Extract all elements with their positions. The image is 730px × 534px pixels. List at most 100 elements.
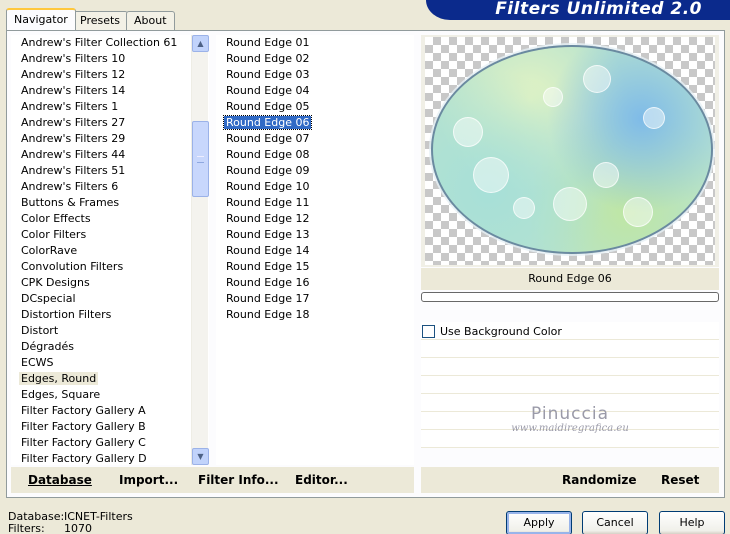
category-item-label: Color Effects [21, 212, 91, 225]
filter-item[interactable]: Round Edge 10 [216, 179, 414, 195]
category-item[interactable]: Andrew's Filters 27 [11, 115, 209, 131]
filter-item-label: Round Edge 16 [226, 276, 310, 289]
category-item-label: Andrew's Filters 6 [21, 180, 119, 193]
category-item[interactable]: Andrew's Filter Collection 61 [11, 35, 209, 51]
category-item-label: CPK Designs [21, 276, 90, 289]
category-item-label: Buttons & Frames [21, 196, 120, 209]
tab-presets[interactable]: Presets [72, 11, 129, 30]
reset-button[interactable]: Reset [661, 473, 699, 487]
option-row: Use Background Color [421, 322, 719, 340]
filter-item-label: Round Edge 02 [226, 52, 310, 65]
category-scrollbar[interactable]: ▲ ▼ [191, 35, 209, 465]
filter-item[interactable]: Round Edge 02 [216, 51, 414, 67]
editor-button[interactable]: Editor... [295, 473, 348, 487]
use-background-color-option[interactable]: Use Background Color [421, 322, 719, 340]
category-item-label: Filter Factory Gallery B [21, 420, 146, 433]
category-item-label: Distort [21, 324, 59, 337]
use-background-color-checkbox[interactable] [422, 324, 435, 338]
filter-item-label: Round Edge 06 [222, 115, 313, 130]
category-item[interactable]: ECWS [11, 355, 209, 371]
filter-list[interactable]: Round Edge 01 Round Edge 02 Round Edge 03 R… [216, 35, 414, 465]
category-item[interactable]: Andrew's Filters 29 [11, 131, 209, 147]
category-item-label: Andrew's Filter Collection 61 [21, 36, 178, 49]
category-item[interactable]: Andrew's Filters 12 [11, 67, 209, 83]
category-item[interactable]: DCspecial [11, 291, 209, 307]
category-item[interactable]: Color Filters [11, 227, 209, 243]
filter-item[interactable]: Round Edge 18 [216, 307, 414, 323]
category-item-label: Andrew's Filters 44 [21, 148, 126, 161]
filter-item-label: Round Edge 14 [226, 244, 310, 257]
scroll-up-button[interactable]: ▲ [192, 35, 209, 52]
filter-item[interactable]: Round Edge 09 [216, 163, 414, 179]
category-item[interactable]: ColorRave [11, 243, 209, 259]
category-item[interactable]: Dégradés [11, 339, 209, 355]
filter-item[interactable]: Round Edge 11 [216, 195, 414, 211]
filter-item[interactable]: Round Edge 15 [216, 259, 414, 275]
filter-item-label: Round Edge 11 [226, 196, 310, 209]
category-item[interactable]: Color Effects [11, 211, 209, 227]
cancel-button[interactable]: Cancel [582, 511, 648, 534]
preview-label: Round Edge 06 [421, 268, 719, 290]
category-item[interactable]: Filter Factory Gallery D [11, 451, 209, 465]
tab-about[interactable]: About [126, 11, 175, 30]
watermark-url: www.maidiregrafica.eu [511, 423, 629, 434]
filter-item[interactable]: Round Edge 12 [216, 211, 414, 227]
filter-item[interactable]: Round Edge 07 [216, 131, 414, 147]
tab-navigator[interactable]: Navigator [6, 8, 76, 30]
category-item-label: Andrew's Filters 14 [21, 84, 126, 97]
category-item[interactable]: Filter Factory Gallery B [11, 419, 209, 435]
filter-item[interactable]: Round Edge 08 [216, 147, 414, 163]
watermark-name: Pinuccia [531, 404, 609, 424]
filter-item[interactable]: Round Edge 14 [216, 243, 414, 259]
filter-info-button[interactable]: Filter Info... [198, 473, 279, 487]
filter-item-label: Round Edge 13 [226, 228, 310, 241]
filter-item[interactable]: Round Edge 16 [216, 275, 414, 291]
import-button[interactable]: Import... [119, 473, 178, 487]
scroll-thumb[interactable] [192, 121, 209, 197]
title-banner: Filters Unlimited 2.0 [426, 0, 730, 20]
category-item[interactable]: Andrew's Filters 51 [11, 163, 209, 179]
category-item[interactable]: Distort [11, 323, 209, 339]
grip-icon [197, 156, 204, 163]
category-item-label: Andrew's Filters 10 [21, 52, 126, 65]
category-item[interactable]: Filter Factory Gallery A [11, 403, 209, 419]
category-item[interactable]: Andrew's Filters 6 [11, 179, 209, 195]
filter-item[interactable]: Round Edge 04 [216, 83, 414, 99]
filter-item[interactable]: Round Edge 03 [216, 67, 414, 83]
scroll-down-button[interactable]: ▼ [192, 448, 209, 465]
category-item[interactable]: Edges, Square [11, 387, 209, 403]
category-item-label: Dégradés [21, 340, 74, 353]
filter-item-label: Round Edge 10 [226, 180, 310, 193]
category-item[interactable]: Distortion Filters [11, 307, 209, 323]
filter-item-label: Round Edge 17 [226, 292, 310, 305]
filter-item-label: Round Edge 04 [226, 84, 310, 97]
category-item[interactable]: CPK Designs [11, 275, 209, 291]
category-item-label: Edges, Square [21, 388, 101, 401]
category-item[interactable]: Filter Factory Gallery C [11, 435, 209, 451]
help-button[interactable]: Help [659, 511, 725, 534]
filter-item[interactable]: Round Edge 13 [216, 227, 414, 243]
category-item[interactable]: Andrew's Filters 1 [11, 99, 209, 115]
category-item-label: Andrew's Filters 29 [21, 132, 126, 145]
database-button[interactable]: Database [28, 473, 92, 487]
category-item[interactable]: Buttons & Frames [11, 195, 209, 211]
filter-item[interactable]: Round Edge 17 [216, 291, 414, 307]
category-item[interactable]: Andrew's Filters 44 [11, 147, 209, 163]
watermark: Pinuccia www.maidiregrafica.eu [470, 404, 670, 434]
option-row [421, 376, 719, 394]
category-item-label: Convolution Filters [21, 260, 124, 273]
randomize-button[interactable]: Randomize [562, 473, 636, 487]
navigator-buttons: Database Import... Filter Info... Editor… [11, 467, 414, 493]
category-item[interactable]: Andrew's Filters 10 [11, 51, 209, 67]
filter-item[interactable]: Round Edge 01 [216, 35, 414, 51]
preview-area [421, 35, 719, 267]
category-list[interactable]: Andrew's Filter Collection 61 Andrew's Fi… [11, 35, 209, 465]
category-item[interactable]: Andrew's Filters 14 [11, 83, 209, 99]
category-item-label: Distortion Filters [21, 308, 112, 321]
filter-item[interactable]: Round Edge 06 [216, 115, 414, 131]
filter-item[interactable]: Round Edge 05 [216, 99, 414, 115]
category-item[interactable]: Convolution Filters [11, 259, 209, 275]
apply-button[interactable]: Apply [506, 511, 572, 534]
status-area: Database: ICNET-Filters Filters: 1070 [8, 511, 133, 534]
category-item[interactable]: Edges, Round [11, 371, 209, 387]
